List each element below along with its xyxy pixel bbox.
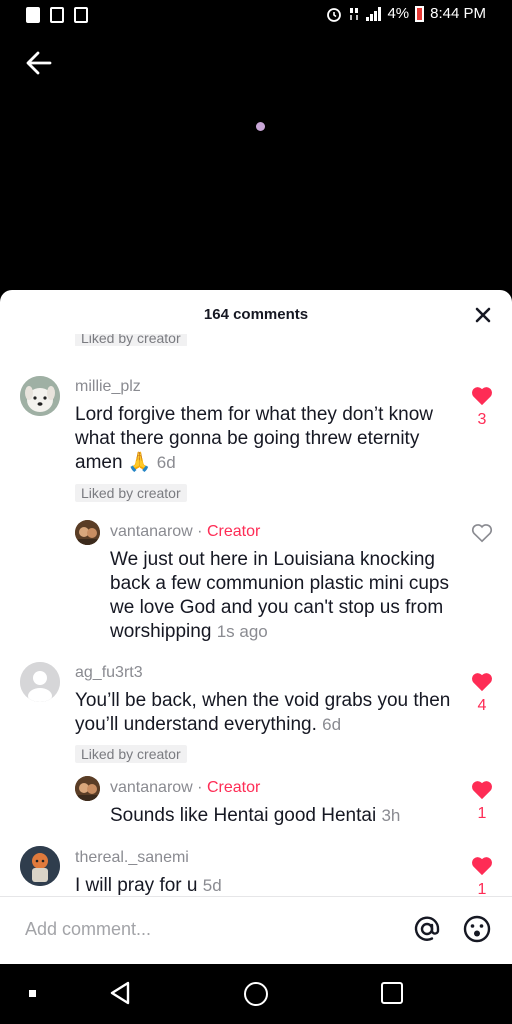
close-icon[interactable] bbox=[472, 304, 494, 326]
status-bar: 4% 8:44 PM bbox=[0, 0, 512, 34]
creator-badge: Creator bbox=[206, 779, 261, 796]
liked-by-creator-tag: Liked by creator bbox=[75, 484, 187, 503]
nav-back-icon[interactable] bbox=[108, 980, 132, 1006]
reply-text: Sounds like Hentai good Hentai 3h bbox=[110, 805, 401, 826]
comment-time: 6d bbox=[156, 453, 176, 472]
comment-input[interactable]: Add comment... bbox=[25, 919, 151, 940]
liked-by-creator-tag: Liked by creator bbox=[75, 745, 187, 764]
dog-avatar-icon bbox=[20, 376, 60, 416]
comment-text: I will pray for u 5d bbox=[75, 875, 222, 896]
video-frame-dot bbox=[256, 122, 265, 131]
avatar[interactable] bbox=[20, 376, 60, 416]
reply-username-line: vantanarow · Creator bbox=[110, 523, 261, 540]
reply-avatar[interactable] bbox=[75, 776, 100, 801]
reply-like-button[interactable] bbox=[467, 523, 497, 548]
heart-filled-icon bbox=[472, 781, 492, 800]
back-arrow-icon[interactable] bbox=[22, 46, 56, 80]
comments-count-title: 164 comments bbox=[203, 306, 309, 323]
like-button[interactable]: 1 bbox=[467, 856, 497, 899]
comment-time: 6d bbox=[322, 715, 342, 734]
comment-text: Lord forgive them for what they don’t kn… bbox=[75, 404, 434, 473]
nav-dot-icon bbox=[29, 990, 36, 997]
comment-username[interactable]: ag_fu3rt3 bbox=[75, 664, 143, 682]
reply-time: 1s ago bbox=[216, 622, 268, 641]
voicemail-notification-icon bbox=[50, 7, 64, 23]
emoji-icon[interactable] bbox=[462, 914, 492, 944]
battery-icon bbox=[415, 5, 425, 22]
like-count: 3 bbox=[477, 411, 487, 428]
character-avatar-icon bbox=[20, 846, 60, 886]
heart-filled-icon bbox=[472, 387, 492, 406]
reply-username-line: vantanarow · Creator bbox=[110, 779, 261, 796]
avatar[interactable] bbox=[20, 662, 60, 702]
default-avatar-icon bbox=[20, 662, 60, 702]
couple-avatar-icon bbox=[75, 520, 100, 545]
comment-username[interactable]: millie_plz bbox=[75, 378, 141, 396]
battery-percent: 4% bbox=[387, 5, 410, 22]
alarm-icon bbox=[327, 7, 342, 22]
heart-filled-icon bbox=[472, 673, 492, 692]
liked-by-creator-tag-clipped: Liked by creator bbox=[75, 334, 187, 346]
avatar[interactable] bbox=[20, 846, 60, 886]
reply-username[interactable]: vantanarow bbox=[110, 779, 193, 796]
signal-icon bbox=[366, 6, 382, 21]
like-button[interactable]: 4 bbox=[467, 672, 497, 715]
clock: 8:44 PM bbox=[430, 5, 486, 22]
lte-icon bbox=[350, 7, 359, 20]
reply-username[interactable]: vantanarow bbox=[110, 523, 193, 540]
app-notification-icon bbox=[74, 7, 88, 23]
alert-notification-icon bbox=[26, 7, 40, 23]
nav-recent-apps-icon[interactable] bbox=[381, 982, 403, 1004]
comment-username[interactable]: thereal._sanemi bbox=[75, 849, 189, 867]
like-count: 1 bbox=[477, 805, 487, 822]
mention-at-icon[interactable] bbox=[412, 914, 442, 944]
comment-text: You’ll be back, when the void grabs you … bbox=[75, 690, 451, 735]
like-count: 4 bbox=[477, 697, 487, 714]
heart-filled-icon bbox=[472, 857, 492, 876]
reply-avatar[interactable] bbox=[75, 520, 100, 545]
like-button[interactable]: 3 bbox=[467, 386, 497, 429]
notification-icons bbox=[26, 7, 88, 23]
couple-avatar-icon bbox=[75, 776, 100, 801]
comments-sheet: 164 comments Liked by creator millie_plz… bbox=[0, 290, 512, 964]
reply-like-button[interactable]: 1 bbox=[467, 780, 497, 823]
heart-outline-icon bbox=[471, 524, 493, 543]
nav-home-icon[interactable] bbox=[244, 982, 268, 1006]
comment-time: 5d bbox=[202, 876, 222, 895]
reply-text: We just out here in Louisiana knocking b… bbox=[110, 549, 449, 642]
system-indicators: 4% 8:44 PM bbox=[326, 5, 486, 22]
creator-badge: Creator bbox=[206, 523, 261, 540]
comments-header: 164 comments bbox=[0, 290, 512, 338]
reply-time: 3h bbox=[381, 806, 401, 825]
